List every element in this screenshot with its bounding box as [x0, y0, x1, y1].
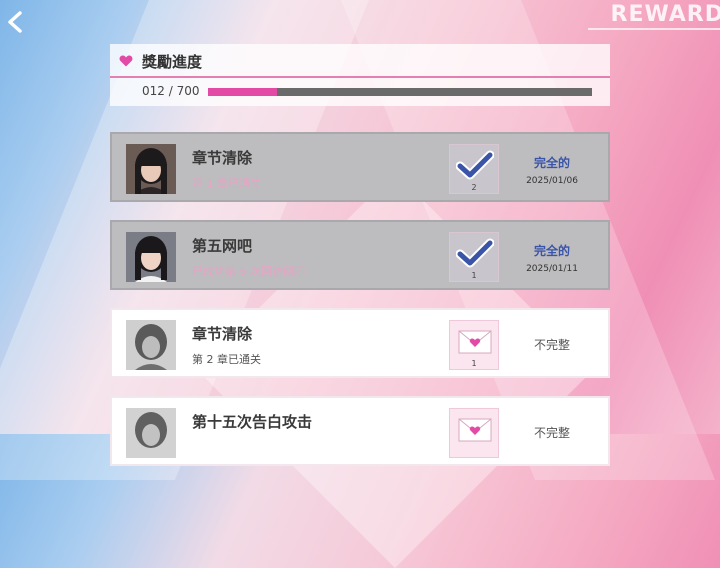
item-subtitle: 已成功第 5 次回访网吧 [192, 265, 305, 278]
progress-bar-fill [208, 88, 278, 96]
reward-item[interactable]: 第五网吧 已成功第 5 次回访网吧 1 完全的 2025/01/11 [110, 220, 610, 290]
progress-count: 012 / 700 [142, 84, 200, 98]
avatar [126, 144, 176, 194]
progress-bar [208, 88, 592, 96]
love-letter-icon [458, 330, 492, 354]
item-title: 章节清除 [192, 149, 253, 167]
item-title: 第十五次告白攻击 [192, 413, 313, 431]
item-subtitle: 第 1 章已通关 [192, 177, 261, 190]
page-title: REWARD [610, 2, 720, 27]
reward-item[interactable]: 章节清除 第 1 章已通关 2 完全的 2025/01/06 [110, 132, 610, 202]
status-label: 完全的 [533, 244, 570, 258]
love-letter-icon [458, 418, 492, 442]
progress-title: 獎勵進度 [142, 53, 203, 71]
completion-date: 2025/01/06 [526, 176, 578, 186]
avatar [126, 408, 176, 458]
back-button[interactable] [4, 8, 28, 36]
reward-progress-panel: 獎勵進度 012 / 700 [110, 44, 610, 106]
back-arrow-icon [8, 11, 22, 33]
completion-date: 2025/01/11 [526, 264, 578, 274]
status-label: 不完整 [533, 426, 570, 440]
badge-count: 1 [471, 359, 477, 368]
avatar [126, 232, 176, 282]
status-label: 不完整 [533, 338, 570, 352]
reward-badge: 1 [449, 320, 499, 370]
reward-item[interactable]: 第十五次告白攻击 不完整 [110, 396, 610, 466]
progress-header: 獎勵進度 [110, 44, 610, 78]
badge-count: 2 [471, 183, 477, 192]
reward-badge [449, 408, 499, 458]
status-label: 完全的 [533, 156, 570, 170]
heart-icon [119, 55, 133, 67]
title-underline [588, 28, 720, 30]
item-title: 第五网吧 [192, 237, 253, 255]
checkmark-icon [456, 150, 494, 180]
avatar [126, 320, 176, 370]
item-subtitle: 第 2 章已通关 [192, 353, 261, 366]
reward-badge: 2 [449, 144, 499, 194]
reward-item[interactable]: 章节清除 第 2 章已通关 1 不完整 [110, 308, 610, 378]
badge-count: 1 [471, 271, 477, 280]
reward-badge: 1 [449, 232, 499, 282]
item-title: 章节清除 [192, 325, 253, 343]
checkmark-icon [456, 238, 494, 268]
